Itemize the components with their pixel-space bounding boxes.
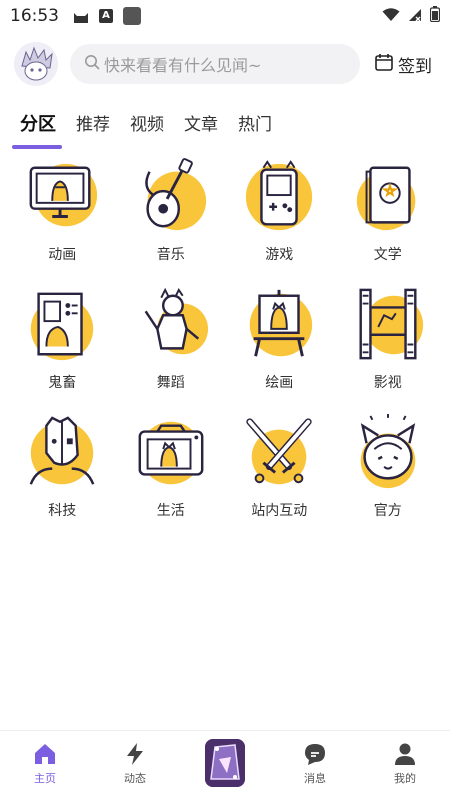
category-life[interactable]: 生活 (117, 414, 226, 522)
dancer-icon (144, 287, 208, 355)
tab-indicator (12, 145, 62, 149)
signal-icon (408, 7, 422, 26)
poster-icon (31, 292, 94, 361)
easel-icon (250, 289, 313, 357)
bottom-nav: 主页 动态 消息 我的 (0, 730, 450, 800)
category-dance[interactable]: 舞蹈 (117, 286, 226, 394)
message-icon (305, 744, 325, 765)
category-painting[interactable]: 绘画 (225, 286, 334, 394)
tab-video[interactable]: 视频 (130, 104, 164, 148)
category-label: 科技 (48, 503, 77, 519)
header: 快来看看有什么见闻~ 签到 (0, 40, 450, 88)
status-time: 16:53 (10, 6, 59, 26)
profile-icon (395, 743, 415, 765)
category-label: 舞蹈 (156, 375, 185, 391)
category-label: 游戏 (265, 247, 294, 263)
cat-notification-icon (73, 9, 89, 23)
tab-recommend[interactable]: 推荐 (76, 104, 110, 148)
nav-label: 动态 (124, 772, 146, 785)
crossed-swords-icon (246, 418, 312, 485)
nav-dynamics[interactable]: 动态 (90, 731, 180, 800)
a-notification-icon: A (99, 9, 113, 23)
nav-label: 主页 (34, 772, 56, 785)
category-literature[interactable]: 文学 (334, 158, 443, 266)
lightning-icon (127, 743, 143, 765)
search-placeholder: 快来看看有什么见闻~ (104, 56, 262, 75)
home-icon (35, 744, 55, 764)
category-label: 鬼畜 (48, 375, 77, 391)
category-interaction[interactable]: 站内互动 (225, 414, 334, 522)
guitar-icon (144, 158, 206, 231)
tab-partition[interactable]: 分区 (20, 104, 56, 148)
category-music[interactable]: 音乐 (117, 158, 226, 266)
status-bar: 16:53 A (0, 0, 450, 32)
tab-hot[interactable]: 热门 (238, 104, 272, 148)
category-label: 绘画 (265, 375, 294, 391)
robot-face-icon (29, 416, 95, 485)
center-avatar-icon (205, 739, 245, 787)
category-label: 音乐 (156, 247, 185, 263)
category-animation[interactable]: 动画 (8, 158, 117, 266)
category-label: 动画 (48, 247, 77, 263)
category-film[interactable]: 影视 (334, 286, 443, 394)
tab-article[interactable]: 文章 (184, 104, 218, 148)
category-label: 文学 (373, 247, 402, 263)
battery-icon (429, 6, 441, 26)
wifi-icon (382, 7, 400, 26)
notification-icons: A (73, 7, 141, 25)
gameboy-icon (246, 160, 313, 231)
square-notification-icon (123, 7, 141, 25)
film-icon (359, 288, 423, 360)
category-official[interactable]: 官方 (334, 414, 443, 522)
nav-profile[interactable]: 我的 (360, 731, 450, 800)
category-label: 生活 (156, 503, 185, 519)
system-icons (382, 6, 441, 26)
category-label: 站内互动 (251, 503, 308, 519)
search-bar[interactable]: 快来看看有什么见闻~ (70, 44, 360, 84)
cat-girl-icon (360, 414, 416, 489)
category-technology[interactable]: 科技 (8, 414, 117, 522)
monitor-girl-icon (29, 163, 98, 227)
checkin-button[interactable]: 签到 (374, 52, 432, 77)
category-guichu[interactable]: 鬼畜 (8, 286, 117, 394)
category-label: 官方 (373, 503, 402, 519)
nav-home[interactable]: 主页 (0, 731, 90, 800)
nav-center[interactable] (180, 731, 270, 800)
nav-messages[interactable]: 消息 (270, 731, 360, 800)
nav-label: 消息 (304, 772, 326, 785)
camera-icon (138, 421, 204, 485)
checkin-label: 签到 (398, 56, 432, 77)
category-game[interactable]: 游戏 (225, 158, 334, 266)
user-avatar[interactable] (14, 42, 58, 86)
nav-label: 我的 (394, 772, 416, 785)
category-label: 影视 (373, 375, 402, 391)
tab-bar: 分区 推荐 视频 文章 热门 (0, 104, 450, 148)
category-grid: 动画 音乐 游戏 文学 鬼畜 舞蹈 绘画 影视 科技 生活 站内互动 官方 (0, 158, 450, 522)
book-icon (356, 166, 416, 231)
search-icon (84, 54, 100, 74)
calendar-icon (374, 52, 394, 77)
